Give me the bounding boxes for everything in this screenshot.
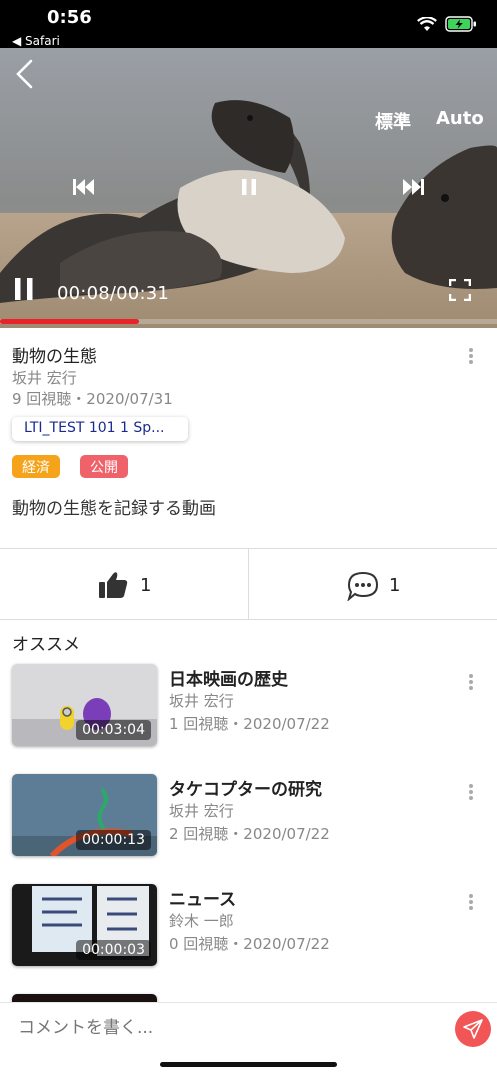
tag-category: 経済 [12, 455, 60, 478]
status-time: 0:56 [47, 7, 92, 28]
center-pause-icon[interactable] [240, 178, 258, 196]
skip-previous-icon[interactable] [72, 178, 94, 196]
video-title: 動物の生態 [12, 347, 97, 367]
rec-views-date: 0 回視聴・2020/07/22 [169, 935, 330, 953]
tag-visibility: 公開 [80, 455, 128, 478]
duration-badge: 00:03:04 [76, 720, 151, 740]
send-paper-plane-icon [463, 1019, 483, 1039]
comment-bubble-icon [347, 571, 379, 601]
rec-more-options-icon[interactable] [461, 672, 481, 696]
reaction-bar: 1 1 [0, 548, 497, 620]
video-thumbnail[interactable]: 00:00:13 [12, 774, 157, 856]
progress-bar[interactable] [0, 319, 497, 324]
skip-next-icon[interactable] [403, 178, 425, 196]
course-chip[interactable]: LTI_TEST 101 1 Sp... [12, 417, 188, 441]
rec-views-date: 1 回視聴・2020/07/22 [169, 715, 330, 733]
video-more-options-icon[interactable] [461, 346, 481, 370]
rec-title: 日本映画の歴史 [169, 670, 288, 690]
rec-author: 坂井 宏行 [169, 802, 234, 820]
list-item[interactable]: 00:03:04 日本映画の歴史 坂井 宏行 1 回視聴・2020/07/22 [0, 664, 497, 756]
video-author: 坂井 宏行 [12, 369, 77, 387]
duration-badge: 00:00:13 [76, 830, 151, 850]
back-chevron-icon[interactable] [14, 58, 36, 90]
battery-charging-icon [445, 16, 476, 32]
comment-count: 1 [389, 575, 401, 596]
video-thumbnail[interactable]: 00:00:03 [12, 884, 157, 966]
duration-badge: 00:00:03 [76, 940, 151, 960]
list-item[interactable]: 00:00:03 ニュース 鈴木 一郎 0 回視聴・2020/07/22 [0, 884, 497, 976]
rec-title: タケコプターの研究 [169, 780, 322, 800]
rec-more-options-icon[interactable] [461, 782, 481, 806]
recommend-heading: オススメ [12, 635, 80, 655]
video-thumbnail[interactable]: 00:03:04 [12, 664, 157, 746]
status-bar: 0:56 ◀ Safari [0, 0, 497, 48]
fullscreen-icon[interactable] [449, 279, 471, 301]
comment-input[interactable] [18, 1018, 438, 1038]
rec-more-options-icon[interactable] [461, 892, 481, 916]
video-views-date: 9 回視聴・2020/07/31 [12, 390, 173, 408]
comment-bar [0, 1002, 497, 1076]
thumbs-up-icon [99, 572, 128, 598]
rec-author: 鈴木 一郎 [169, 912, 234, 930]
like-count: 1 [140, 575, 152, 596]
video-description: 動物の生態を記録する動画 [12, 499, 216, 519]
comments-button[interactable]: 1 [249, 549, 497, 619]
progress-fill [0, 319, 140, 324]
rec-views-date: 2 回視聴・2020/07/22 [169, 825, 330, 843]
list-item[interactable]: 00:00:13 タケコプターの研究 坂井 宏行 2 回視聴・2020/07/2… [0, 774, 497, 866]
status-icons [417, 16, 477, 32]
like-button[interactable]: 1 [0, 549, 248, 619]
quality-standard-button[interactable]: 標準 [375, 108, 411, 134]
auto-quality-button[interactable]: Auto [436, 108, 484, 129]
rec-author: 坂井 宏行 [169, 692, 234, 710]
pause-icon[interactable] [13, 277, 35, 301]
rec-title: ニュース [169, 890, 237, 910]
playback-time: 00:08/00:31 [57, 283, 170, 304]
wifi-icon [417, 16, 437, 31]
send-button[interactable] [455, 1011, 491, 1047]
home-indicator [160, 1062, 337, 1067]
back-to-safari-link[interactable]: ◀ Safari [12, 34, 60, 48]
